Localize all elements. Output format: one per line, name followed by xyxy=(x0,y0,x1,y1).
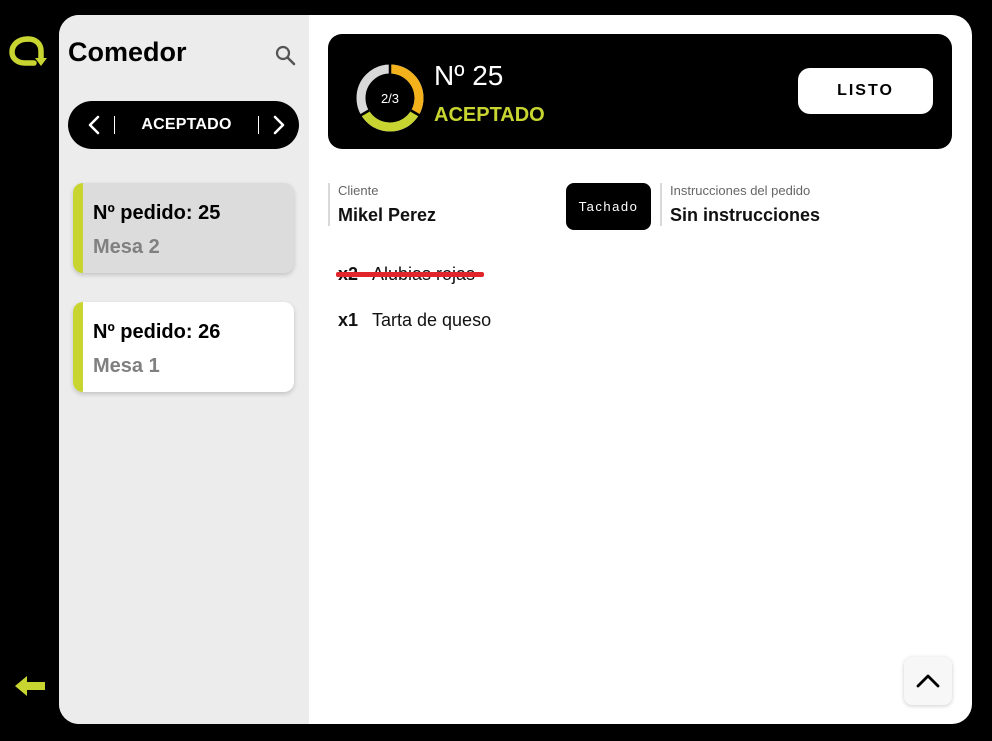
order-number: Nº pedido: 26 xyxy=(93,321,221,343)
page-title: Comedor xyxy=(68,37,187,67)
client-info: Cliente Mikel Perez xyxy=(328,183,436,226)
order-item[interactable]: x1 Tarta de queso xyxy=(338,310,491,331)
strike-line xyxy=(336,272,484,277)
order-status-bar xyxy=(73,183,83,273)
order-item[interactable]: x2 Alubias rojas xyxy=(336,264,484,285)
order-card-26[interactable]: Nº pedido: 26 Mesa 1 xyxy=(73,302,294,392)
instructions-value: Sin instrucciones xyxy=(670,205,821,225)
instructions-label: Instrucciones del pedido xyxy=(670,183,811,198)
app-window: Comedor ACEPTADO Nº pedido: 25 Mesa 2 Nº… xyxy=(59,15,972,724)
status-next-button[interactable] xyxy=(259,101,299,149)
order-table: Mesa 2 xyxy=(93,236,160,258)
order-number: Nº pedido: 25 xyxy=(93,202,221,224)
ready-button[interactable]: LISTO xyxy=(798,68,933,114)
left-rail xyxy=(0,0,59,741)
order-table: Mesa 1 xyxy=(93,355,160,377)
strike-button[interactable]: Tachado xyxy=(566,183,651,230)
order-card-25[interactable]: Nº pedido: 25 Mesa 2 xyxy=(73,183,294,273)
item-name: Tarta de queso xyxy=(372,310,492,330)
order-number-title: Nº 25 xyxy=(434,60,504,91)
logo-icon[interactable] xyxy=(8,32,52,74)
order-status-bar xyxy=(73,302,83,392)
client-name: Mikel Perez xyxy=(338,205,437,225)
item-quantity: x1 xyxy=(338,310,359,330)
order-header: 2/3 Nº 25 ACEPTADO LISTO xyxy=(328,34,952,149)
progress-label: 2/3 xyxy=(380,90,400,106)
orders-sidebar: Comedor ACEPTADO Nº pedido: 25 Mesa 2 Nº… xyxy=(59,15,309,724)
back-arrow-icon[interactable] xyxy=(13,674,47,698)
instructions-info: Instrucciones del pedido Sin instruccion… xyxy=(660,183,820,226)
status-filter-label: ACEPTADO xyxy=(141,116,232,133)
chevron-up-icon xyxy=(916,674,940,688)
chevron-left-icon xyxy=(88,115,100,135)
order-status: ACEPTADO xyxy=(434,104,545,126)
scroll-top-button[interactable] xyxy=(904,657,952,705)
search-icon[interactable] xyxy=(273,43,297,67)
status-filter: ACEPTADO xyxy=(68,101,299,149)
chevron-right-icon xyxy=(273,115,285,135)
client-label: Cliente xyxy=(338,183,379,198)
status-prev-button[interactable] xyxy=(74,101,114,149)
